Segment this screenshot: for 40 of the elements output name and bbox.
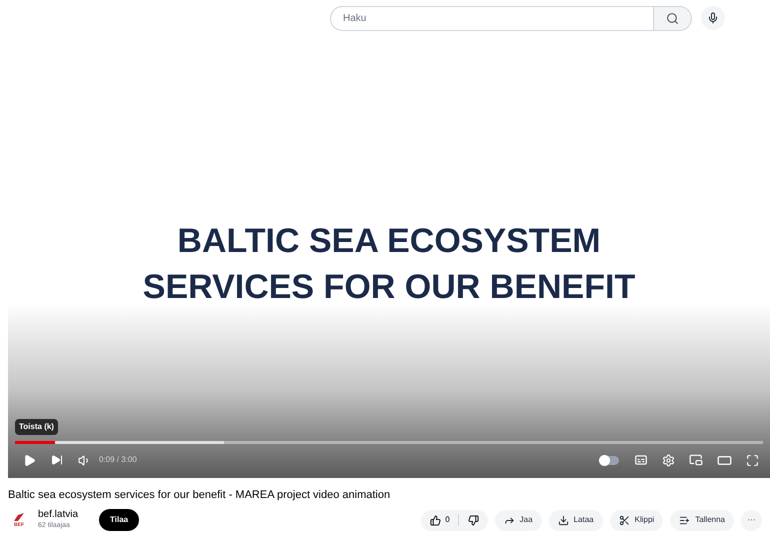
- subscribe-button[interactable]: Tilaa: [99, 509, 140, 531]
- play-icon: [23, 454, 36, 466]
- settings-button[interactable]: [662, 454, 675, 466]
- progress-bar[interactable]: [15, 441, 763, 444]
- save-button[interactable]: Tallenna: [670, 510, 734, 530]
- miniplayer-button[interactable]: [689, 453, 703, 467]
- time-display: 0:09 / 3:00: [99, 454, 137, 466]
- play-button[interactable]: [23, 454, 36, 466]
- thumbs-down-icon: [468, 514, 479, 526]
- volume-button[interactable]: [78, 454, 91, 466]
- fullscreen-button[interactable]: [746, 454, 759, 466]
- search-button[interactable]: [654, 6, 692, 30]
- settings-icon: [662, 454, 675, 466]
- autoplay-toggle[interactable]: [599, 456, 619, 464]
- more-button[interactable]: ···: [741, 510, 762, 530]
- microphone-icon: [707, 12, 719, 24]
- voice-search-button[interactable]: [701, 6, 725, 30]
- miniplayer-icon: [689, 453, 703, 467]
- next-button[interactable]: [51, 454, 63, 466]
- download-button[interactable]: Lataa: [548, 510, 603, 530]
- next-icon: [51, 454, 63, 466]
- subtitles-icon: [634, 453, 648, 467]
- clip-button[interactable]: Klippi: [610, 510, 664, 530]
- tooltip: Toista (k): [15, 419, 58, 435]
- share-icon: [504, 514, 515, 526]
- video-title: Baltic sea ecosystem services for our benefit - MAREA project video animation: [8, 488, 392, 502]
- share-button[interactable]: Jaa: [494, 510, 542, 530]
- scissors-icon: [618, 514, 630, 526]
- channel-name[interactable]: bef.latvia: [38, 509, 78, 521]
- thumbs-up-icon: [430, 514, 442, 526]
- video-caption: BALTIC SEA ECOSYSTEM: [177, 221, 601, 262]
- search-field[interactable]: Haku: [330, 6, 654, 30]
- add-to-list-icon: [679, 514, 690, 526]
- search-icon: [666, 12, 679, 24]
- like-button[interactable]: 0: [421, 514, 459, 526]
- volume-icon: [78, 454, 91, 466]
- video-caption: SERVICES FOR OUR BENEFIT: [142, 267, 636, 308]
- fullscreen-icon: [746, 454, 759, 466]
- subtitles-button[interactable]: [634, 453, 648, 467]
- download-icon: [558, 514, 569, 526]
